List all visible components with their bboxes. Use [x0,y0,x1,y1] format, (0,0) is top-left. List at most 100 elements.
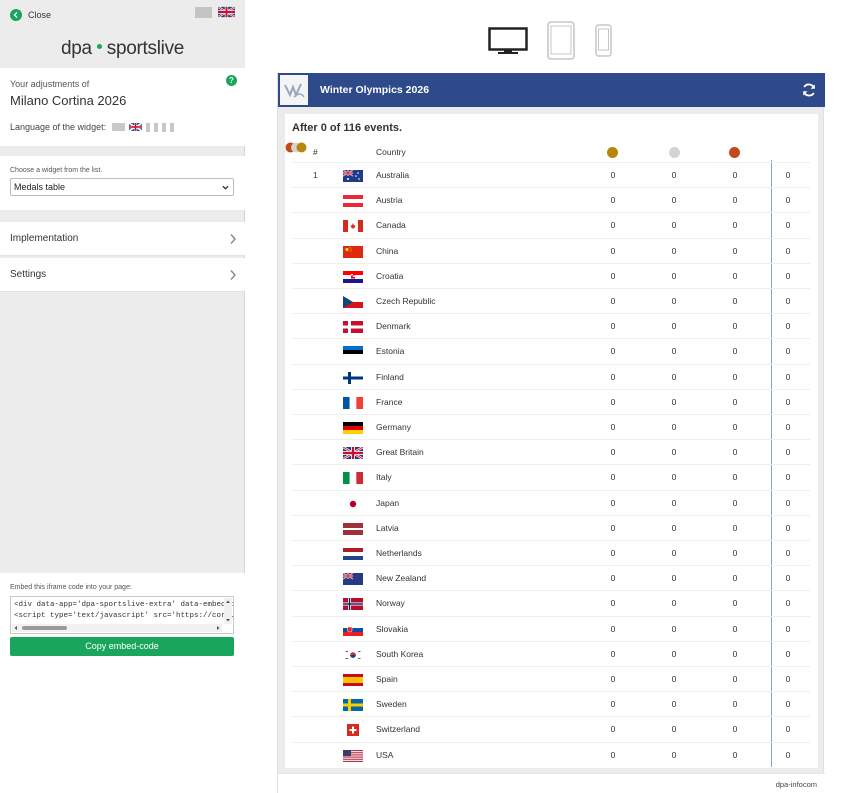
row-country[interactable]: USA [376,750,393,760]
row-silver: 0 [671,522,677,533]
row-silver: 0 [671,245,677,256]
row-country[interactable]: South Korea [376,649,423,659]
row-country[interactable]: Norway [376,598,405,608]
row-bronze: 0 [732,270,738,281]
row-silver: 0 [671,749,677,760]
language-option-3[interactable] [146,122,151,132]
row-country[interactable]: Estonia [376,346,404,356]
cn-flag-icon [343,245,363,258]
it-flag-icon [343,472,363,485]
row-country[interactable]: Canada [376,220,406,230]
row-country[interactable]: Netherlands [376,548,422,558]
embed-section: Embed this iframe code into your page: <… [0,573,245,663]
widget-select-value: Medals table [14,182,66,192]
embed-code-line: <div data-app='dpa-sportslive-extra' dat… [14,601,233,609]
row-gold: 0 [610,472,616,483]
row-country[interactable]: Czech Republic [376,296,436,306]
table-row: Denmark 0 0 0 0 [292,313,810,338]
help-icon[interactable]: ? [226,75,237,86]
chevron-right-icon [230,234,236,244]
row-country[interactable]: Slovakia [376,624,408,634]
table-row: Latvia 0 0 0 0 [292,514,810,540]
row-country[interactable]: Germany [376,422,411,432]
table-row: Netherlands 0 0 0 0 [292,540,810,565]
language-row: Language of the widget: [10,122,175,132]
row-country[interactable]: Australia [376,170,409,180]
grey-flag-icon[interactable] [195,7,212,18]
row-silver: 0 [671,321,677,332]
row-country[interactable]: Switzerland [376,724,420,734]
row-total: 0 [785,422,791,432]
close-button[interactable]: Close [10,8,51,22]
row-country[interactable]: Austria [376,195,402,205]
hr-flag-icon [343,270,363,283]
row-bronze: 0 [732,472,738,483]
accordion-settings[interactable]: Settings [0,258,245,292]
widget-title: Winter Olympics 2026 [320,84,430,96]
table-row: Great Britain 0 0 0 0 [292,439,810,464]
ee-flag-icon [343,346,363,359]
row-country[interactable]: Denmark [376,321,410,331]
row-country[interactable]: Latvia [376,523,399,533]
jp-flag-icon [343,497,363,510]
language-option-grey[interactable] [112,123,126,131]
table-row: Spain 0 0 0 0 [292,666,810,691]
row-country[interactable]: Sweden [376,699,407,709]
language-label: Language of the widget: [10,122,107,132]
medals-widget: Winter Olympics 2026 After 0 of 116 even… [277,73,825,793]
row-bronze: 0 [732,623,738,634]
table-row: Czech Republic 0 0 0 0 [292,288,810,313]
row-total: 0 [785,371,791,382]
language-option-5[interactable] [162,122,167,132]
row-total: 0 [785,724,791,735]
row-bronze: 0 [732,396,738,407]
us-flag-icon [343,749,363,762]
row-country[interactable]: Spain [376,674,398,684]
phone-icon[interactable] [595,24,612,57]
row-country[interactable]: Italy [376,472,392,482]
footer-credit-link[interactable]: dpa-infocom [776,780,817,789]
silver-medal-icon [669,147,680,158]
row-total: 0 [785,674,791,684]
medals-table: After 0 of 116 events. # Country 1 Austra… [285,114,818,768]
row-gold: 0 [610,749,616,760]
column-country: Country [376,147,406,157]
horizontal-scrollbar[interactable] [12,624,222,632]
embed-code-textarea[interactable]: <div data-app='dpa-sportslive-extra' dat… [10,596,234,634]
copy-embed-code-button[interactable]: Copy embed-code [10,637,234,656]
row-silver: 0 [671,346,677,357]
refresh-icon[interactable] [801,82,817,98]
desktop-icon[interactable] [488,27,528,55]
language-option-uk-flag-icon[interactable] [129,123,143,131]
embed-label: Embed this iframe code into your page: [10,584,132,591]
row-bronze: 0 [732,724,738,735]
row-country[interactable]: Croatia [376,271,403,281]
row-country[interactable]: Finland [376,372,404,382]
row-total: 0 [785,497,791,508]
row-total: 0 [785,522,791,533]
sk-flag-icon [343,623,363,636]
row-bronze: 0 [732,573,738,584]
row-silver: 0 [671,422,677,432]
row-country[interactable]: China [376,246,398,256]
bronze-medal-icon [729,147,740,158]
accordion-implementation[interactable]: Implementation [0,222,245,256]
language-option-6[interactable] [170,122,175,132]
tablet-icon[interactable] [547,21,575,60]
table-row: Finland 0 0 0 0 [292,363,810,389]
row-country[interactable]: Great Britain [376,447,424,457]
uk-flag-icon[interactable] [218,6,235,18]
row-gold: 0 [610,674,616,684]
row-country[interactable]: Japan [376,498,399,508]
table-row: China 0 0 0 0 [292,237,810,263]
row-total: 0 [785,170,791,180]
row-bronze: 0 [732,170,738,180]
widget-select[interactable]: Medals table [10,178,234,196]
vertical-scrollbar[interactable] [224,598,232,624]
close-label: Close [28,10,52,20]
event-title: Milano Cortina 2026 [10,93,127,108]
row-country[interactable]: France [376,397,402,407]
language-option-4[interactable] [154,122,159,132]
row-country[interactable]: New Zealand [376,573,426,583]
row-silver: 0 [671,270,677,281]
